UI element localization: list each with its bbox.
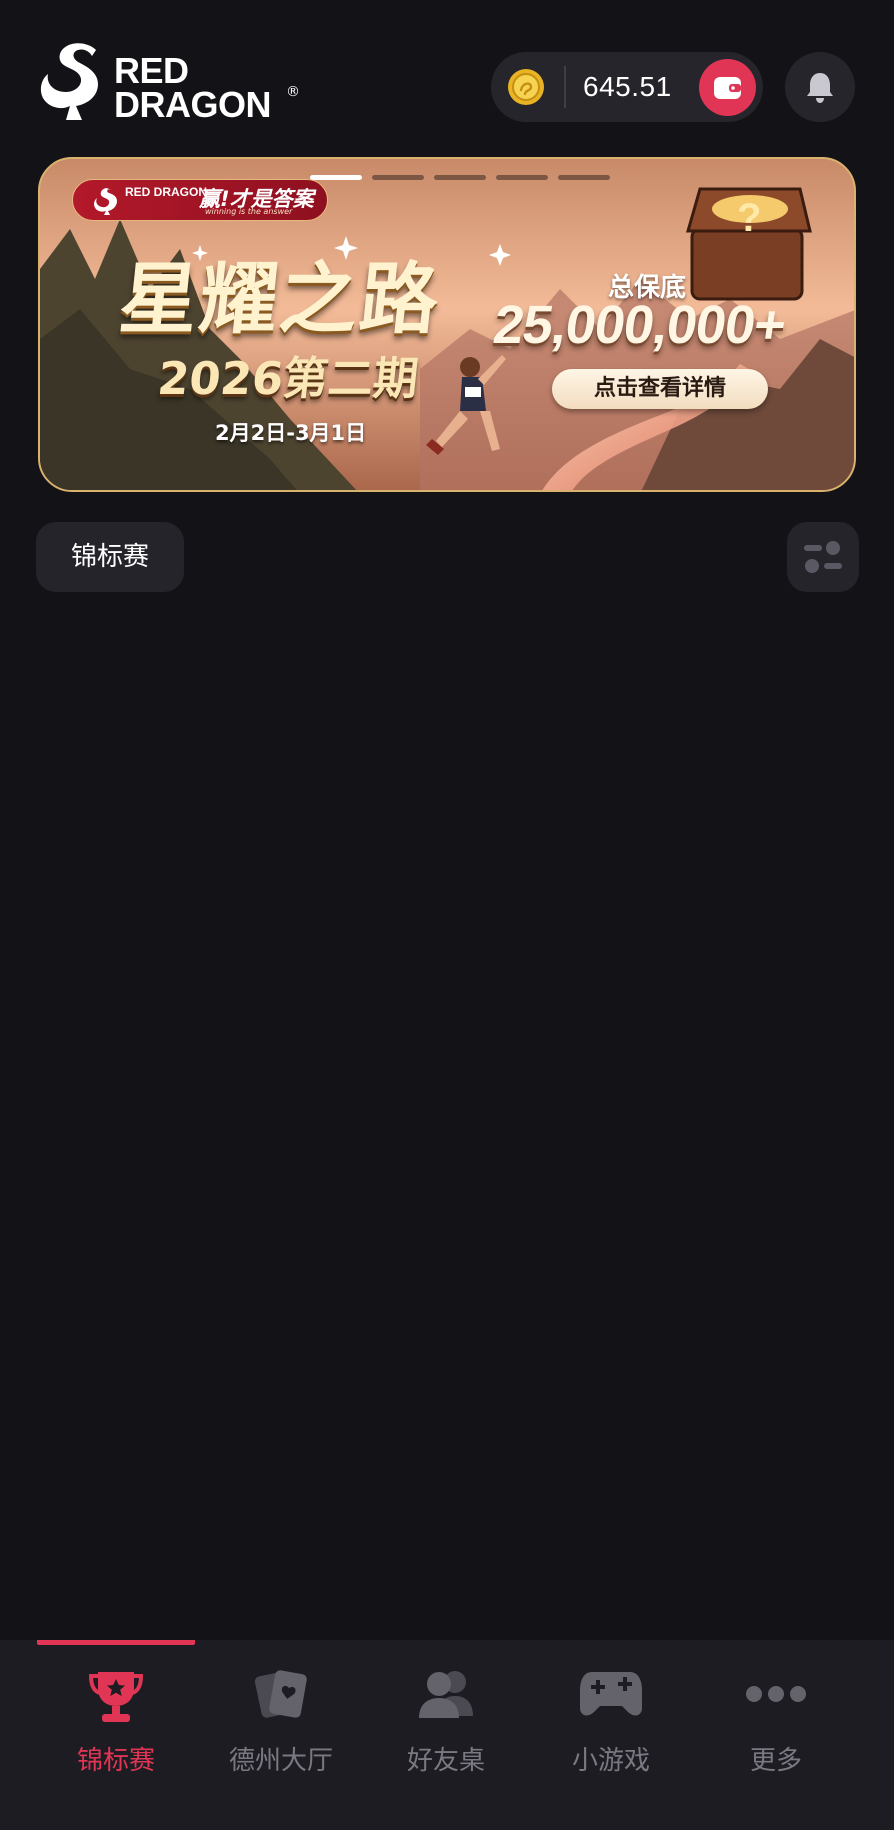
nav-label-holdem-lobby: 德州大厅	[228, 1746, 333, 1776]
top-header: RED DRAGON ® 645.51	[0, 0, 894, 160]
nav-label-friends-table: 好友桌	[406, 1746, 485, 1776]
nav-item-mini-games[interactable]: 小游戏	[531, 1658, 691, 1778]
brand-slogan-sub: winning is the answer	[205, 207, 293, 216]
wallet-button[interactable]	[699, 59, 756, 116]
nav-item-more[interactable]: 更多	[696, 1658, 856, 1778]
balance-pill[interactable]: 645.51	[491, 52, 763, 122]
filter-button[interactable]	[787, 522, 859, 592]
brand-tag-text: RED DRAGON	[125, 185, 208, 199]
svg-text:?: ?	[737, 196, 761, 240]
guarantee-value: 25,000,000+	[489, 295, 790, 355]
nav-label-mini-games: 小游戏	[571, 1746, 650, 1776]
nav-item-tournament[interactable]: 锦标赛	[36, 1658, 196, 1778]
dragon-logo-icon	[94, 188, 117, 215]
registered-mark: ®	[286, 84, 300, 100]
banner-dot-active[interactable]	[310, 175, 362, 180]
trophy-icon	[88, 1672, 144, 1722]
coin-icon	[508, 69, 544, 105]
banner-dot[interactable]	[558, 175, 610, 180]
filter-icon	[804, 541, 842, 573]
friends-icon	[419, 1671, 473, 1718]
banner-dot[interactable]	[496, 175, 548, 180]
nav-label-tournament: 锦标赛	[76, 1746, 155, 1776]
brand-tag: RED DRAGON 赢!才是答案 winning is the answer	[72, 179, 328, 221]
bell-icon	[807, 73, 833, 103]
nav-label-more: 更多	[749, 1746, 802, 1776]
more-icon	[746, 1686, 806, 1702]
banner-date-range: 2月2日-3月1日	[215, 421, 367, 445]
pill-divider	[564, 66, 566, 108]
cards-icon	[254, 1670, 307, 1718]
logo-wordmark: RED DRAGON	[114, 50, 272, 125]
banner-details-button[interactable]: 点击查看详情	[552, 369, 768, 409]
banner-title: 星耀之路	[115, 255, 445, 345]
banner-dot[interactable]	[434, 175, 486, 180]
nav-item-holdem-lobby[interactable]: 德州大厅	[201, 1658, 361, 1778]
tab-tournament[interactable]: 锦标赛	[36, 522, 184, 592]
promo-banner[interactable]: ? RED DRAGON 赢!才是答案 winning is the answe…	[38, 157, 856, 492]
red-dragon-logo: RED DRAGON ®	[36, 40, 306, 125]
nav-item-friends-table[interactable]: 好友桌	[366, 1658, 526, 1778]
dragon-logo-icon	[40, 43, 98, 120]
gamepad-icon	[580, 1672, 642, 1716]
nav-active-indicator	[37, 1640, 195, 1645]
wallet-icon	[714, 77, 741, 99]
bottom-navigation: 锦标赛 德州大厅 好友桌 小游戏 更多	[0, 1640, 894, 1830]
notification-button[interactable]	[785, 52, 855, 122]
banner-dot[interactable]	[372, 175, 424, 180]
banner-subtitle: 2026第二期	[155, 352, 422, 405]
balance-value: 645.51	[583, 71, 672, 102]
